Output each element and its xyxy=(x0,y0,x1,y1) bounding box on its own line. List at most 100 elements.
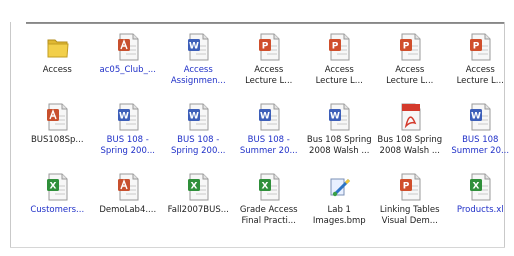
file-item[interactable]: ac05_Club_... xyxy=(93,30,164,100)
file-item[interactable]: W BUS 108 Summer 20... xyxy=(445,100,514,170)
file-item-label-line: DemoLab4.... xyxy=(99,205,157,215)
word-file-icon: W xyxy=(117,103,141,131)
file-item-label-line: Customers... xyxy=(30,205,85,215)
list-header-rule xyxy=(26,22,504,24)
file-item-label-line: Lecture L... xyxy=(245,76,293,86)
pane-bottom-edge xyxy=(10,247,505,248)
powerpoint-file-icon: P xyxy=(328,33,352,61)
file-item[interactable]: W Access Assignmen... xyxy=(163,30,234,100)
file-item-label: BUS 108 - Spring 200... xyxy=(93,135,164,157)
file-item-label-line: Assignmen... xyxy=(170,76,226,86)
excel-file-icon: X xyxy=(187,173,211,201)
file-item[interactable]: X Fall2007BUS... xyxy=(163,170,234,240)
word-file-icon: W xyxy=(258,103,282,131)
access-file-icon xyxy=(117,173,141,201)
file-item-label-line: Lab 1 xyxy=(327,205,351,215)
file-item-label-line: Grade Access xyxy=(239,205,298,215)
file-item[interactable]: X Grade Access Final Practi... xyxy=(234,170,305,240)
file-item-label-line: 2008 Walsh ... xyxy=(309,146,370,156)
file-item-label: Bus 108 Spring 2008 Walsh ... xyxy=(304,135,375,157)
file-item-label-line: BUS 108 - xyxy=(247,135,290,145)
file-item-label-line: Summer 20... xyxy=(451,146,510,156)
file-item[interactable]: P Access Lecture L... xyxy=(445,30,514,100)
file-item-label-line: BUS108Sp... xyxy=(30,135,84,145)
file-item-label-line: Lecture L... xyxy=(386,76,434,86)
file-item-label: Products.xl xyxy=(445,205,514,216)
file-item[interactable]: P Access Lecture L... xyxy=(375,30,446,100)
svg-text:X: X xyxy=(261,182,268,192)
file-item-label-line: Lecture L... xyxy=(456,76,504,86)
file-item-label: Access Lecture L... xyxy=(234,65,305,87)
file-item-label-line: Bus 108 Spring xyxy=(306,135,372,145)
svg-text:P: P xyxy=(332,42,339,52)
file-item[interactable]: Lab 1 Images.bmp xyxy=(304,170,375,240)
file-item-label-line: Images.bmp xyxy=(312,216,366,226)
word-file-icon: W xyxy=(469,103,493,131)
folder-icon xyxy=(46,33,70,61)
file-item-label-line: BUS 108 xyxy=(462,135,499,145)
file-item[interactable]: P Access Lecture L... xyxy=(304,30,375,100)
file-item-label: ac05_Club_... xyxy=(93,65,164,76)
file-item-label-line: BUS 108 - xyxy=(106,135,149,145)
file-item-label-line: Visual Dem... xyxy=(381,216,438,226)
file-item[interactable]: DemoLab4.... xyxy=(93,170,164,240)
file-item-label: Access xyxy=(22,65,93,76)
file-item[interactable]: BUS108Sp... xyxy=(22,100,93,170)
file-item[interactable]: X Customers... xyxy=(22,170,93,240)
pane-left-edge xyxy=(10,22,11,248)
file-item-label: BUS108Sp... xyxy=(22,135,93,146)
file-item-label: Access Assignmen... xyxy=(163,65,234,87)
file-item-label: Bus 108 Spring 2008 Walsh ... xyxy=(375,135,446,157)
file-item-label: DemoLab4.... xyxy=(93,205,164,216)
powerpoint-file-icon: P xyxy=(258,33,282,61)
excel-file-icon: X xyxy=(46,173,70,201)
file-icon-grid: Access ac05_Club_... W Access Assignmen..… xyxy=(22,30,509,240)
file-item[interactable]: W BUS 108 - Spring 200... xyxy=(163,100,234,170)
file-item-label-line: Summer 20... xyxy=(239,146,298,156)
file-item[interactable]: W BUS 108 - Summer 20... xyxy=(234,100,305,170)
file-item[interactable]: P Linking Tables Visual Dem... xyxy=(375,170,446,240)
file-item-label: Access Lecture L... xyxy=(304,65,375,87)
file-item-label-line: Final Practi... xyxy=(241,216,296,226)
file-item[interactable]: X Products.xl xyxy=(445,170,514,240)
excel-file-icon: X xyxy=(469,173,493,201)
file-item-label-line: Bus 108 Spring xyxy=(377,135,443,145)
access-file-icon xyxy=(117,33,141,61)
file-item[interactable]: W Bus 108 Spring 2008 Walsh ... xyxy=(304,100,375,170)
file-item-label-line: Spring 200... xyxy=(100,146,155,156)
file-item[interactable]: Bus 108 Spring 2008 Walsh ... xyxy=(375,100,446,170)
pdf-file-icon xyxy=(399,103,423,131)
word-file-icon: W xyxy=(328,103,352,131)
file-item-label-line: ac05_Club_... xyxy=(99,65,156,75)
file-item-label: Grade Access Final Practi... xyxy=(234,205,305,227)
svg-text:W: W xyxy=(119,112,129,122)
file-item-label: BUS 108 - Summer 20... xyxy=(234,135,305,157)
file-item-label: Fall2007BUS... xyxy=(163,205,234,216)
file-item[interactable]: P Access Lecture L... xyxy=(234,30,305,100)
file-item-label-line: BUS 108 - xyxy=(177,135,220,145)
file-item-label-line: Access xyxy=(183,65,213,75)
excel-file-icon: X xyxy=(258,173,282,201)
powerpoint-file-icon: P xyxy=(469,33,493,61)
image-file-icon xyxy=(328,173,352,201)
file-item-label-line: Access xyxy=(465,65,495,75)
svg-text:P: P xyxy=(402,182,409,192)
file-item-label-line: Access xyxy=(395,65,425,75)
powerpoint-file-icon: P xyxy=(399,33,423,61)
file-item-label-line: Fall2007BUS... xyxy=(167,205,229,215)
file-item-label: Customers... xyxy=(22,205,93,216)
svg-text:X: X xyxy=(50,182,57,192)
powerpoint-file-icon: P xyxy=(399,173,423,201)
word-file-icon: W xyxy=(187,103,211,131)
file-item-label-line: Lecture L... xyxy=(315,76,363,86)
svg-text:W: W xyxy=(260,112,270,122)
file-item[interactable]: Access xyxy=(22,30,93,100)
file-item-label-line: 2008 Walsh ... xyxy=(379,146,440,156)
file-item-label-line: Spring 200... xyxy=(171,146,226,156)
file-item-label: Access Lecture L... xyxy=(375,65,446,87)
file-item[interactable]: W BUS 108 - Spring 200... xyxy=(93,100,164,170)
svg-text:W: W xyxy=(189,112,199,122)
svg-text:P: P xyxy=(261,42,268,52)
word-file-icon: W xyxy=(187,33,211,61)
file-item-label: Lab 1 Images.bmp xyxy=(304,205,375,227)
